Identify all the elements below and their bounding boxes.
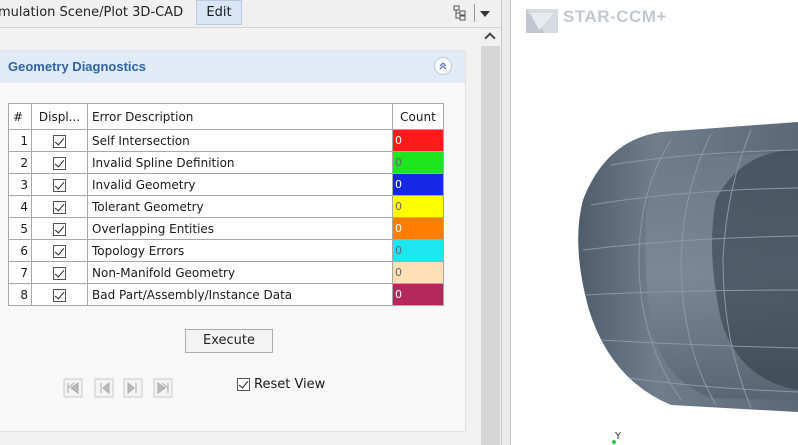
column-header-number[interactable]: # [8, 103, 32, 130]
error-count: 0 [392, 239, 444, 262]
tab-edit[interactable]: Edit [196, 0, 242, 25]
row-number: 6 [8, 239, 32, 262]
chevron-down-icon[interactable] [480, 11, 490, 17]
first-icon[interactable] [62, 377, 84, 399]
split-pane-divider[interactable] [501, 0, 511, 445]
error-description: Invalid Geometry [87, 173, 393, 196]
execute-button[interactable]: Execute [185, 329, 273, 353]
error-count: 0 [392, 173, 444, 196]
error-count: 0 [392, 195, 444, 218]
toolbar-separator [474, 4, 475, 22]
table-row[interactable]: 6 Topology Errors 0 [8, 239, 444, 262]
row-number: 4 [8, 195, 32, 218]
error-description: Non-Manifold Geometry [87, 261, 393, 284]
display-checkbox[interactable] [53, 266, 66, 280]
error-description: Tolerant Geometry [87, 195, 393, 218]
panel-header[interactable]: Geometry Diagnostics [0, 51, 465, 83]
error-count: 0 [392, 129, 444, 152]
display-cell [31, 261, 88, 284]
display-cell [31, 283, 88, 306]
row-number: 2 [8, 151, 32, 174]
error-description: Bad Part/Assembly/Instance Data [87, 283, 393, 306]
column-header-error-description[interactable]: Error Description [87, 103, 393, 130]
error-count: 0 [392, 261, 444, 284]
table-row[interactable]: 5 Overlapping Entities 0 [8, 217, 444, 240]
cad-model-render[interactable] [511, 0, 798, 445]
error-description: Self Intersection [87, 129, 393, 152]
last-icon[interactable] [152, 377, 174, 399]
table-row[interactable]: 8 Bad Part/Assembly/Instance Data 0 [8, 283, 444, 306]
error-count: 0 [392, 217, 444, 240]
table-row[interactable]: 7 Non-Manifold Geometry 0 [8, 261, 444, 284]
display-cell [31, 195, 88, 218]
row-number: 1 [8, 129, 32, 152]
error-count: 0 [392, 151, 444, 174]
column-header-display[interactable]: Displ... [31, 103, 88, 130]
display-checkbox[interactable] [53, 134, 66, 148]
display-checkbox[interactable] [53, 288, 66, 302]
reset-view-option[interactable]: Reset View [237, 377, 325, 392]
star-ccm-logo-text: STAR-CCM+ [563, 7, 667, 26]
error-description: Topology Errors [87, 239, 393, 262]
table-row[interactable]: 3 Invalid Geometry 0 [8, 173, 444, 196]
display-checkbox[interactable] [53, 156, 66, 170]
reset-view-checkbox[interactable] [237, 378, 250, 391]
error-description: Overlapping Entities [87, 217, 393, 240]
display-cell [31, 239, 88, 262]
left-pane: mulation Scene/Plot 3D-CAD Edit Geometry… [0, 0, 501, 445]
display-checkbox[interactable] [53, 222, 66, 236]
collapse-icon[interactable] [434, 57, 452, 75]
tree-view-icon[interactable] [452, 5, 468, 21]
display-cell [31, 129, 88, 152]
row-number: 7 [8, 261, 32, 284]
display-checkbox[interactable] [53, 244, 66, 258]
row-number: 8 [8, 283, 32, 306]
display-cell [31, 217, 88, 240]
graphics-viewport[interactable]: STAR-CCM+ Y [511, 0, 798, 445]
display-checkbox[interactable] [53, 200, 66, 214]
reset-view-label: Reset View [254, 377, 326, 392]
error-count: 0 [392, 283, 444, 306]
scroll-up-arrow-icon[interactable] [481, 28, 500, 46]
axis-y-label: Y [615, 431, 622, 442]
tab-bar: mulation Scene/Plot 3D-CAD Edit [0, 0, 501, 28]
vertical-scrollbar[interactable] [481, 28, 500, 445]
table-body: 1 Self Intersection 0 2 Invalid Spline Defin… [8, 129, 444, 306]
table-row[interactable]: 1 Self Intersection 0 [8, 129, 444, 152]
tab-simulation-scene-plot-3dcad[interactable]: mulation Scene/Plot 3D-CAD [0, 5, 183, 20]
row-number: 5 [8, 217, 32, 240]
table-header-row: # Displ... Error Description Count [8, 103, 444, 130]
display-checkbox[interactable] [53, 178, 66, 192]
previous-icon[interactable] [93, 377, 115, 399]
display-cell [31, 151, 88, 174]
next-icon[interactable] [122, 377, 144, 399]
error-description: Invalid Spline Definition [87, 151, 393, 174]
table-row[interactable]: 4 Tolerant Geometry 0 [8, 195, 444, 218]
diagnostics-table: # Displ... Error Description Count 1 Self… [8, 103, 444, 306]
column-header-count[interactable]: Count [392, 103, 444, 130]
geometry-diagnostics-panel: Geometry Diagnostics # Displ... Error De… [0, 50, 466, 432]
panel-title: Geometry Diagnostics [8, 59, 146, 74]
row-number: 3 [8, 173, 32, 196]
star-ccm-logo-icon [526, 9, 558, 33]
display-cell [31, 173, 88, 196]
table-row[interactable]: 2 Invalid Spline Definition 0 [8, 151, 444, 174]
